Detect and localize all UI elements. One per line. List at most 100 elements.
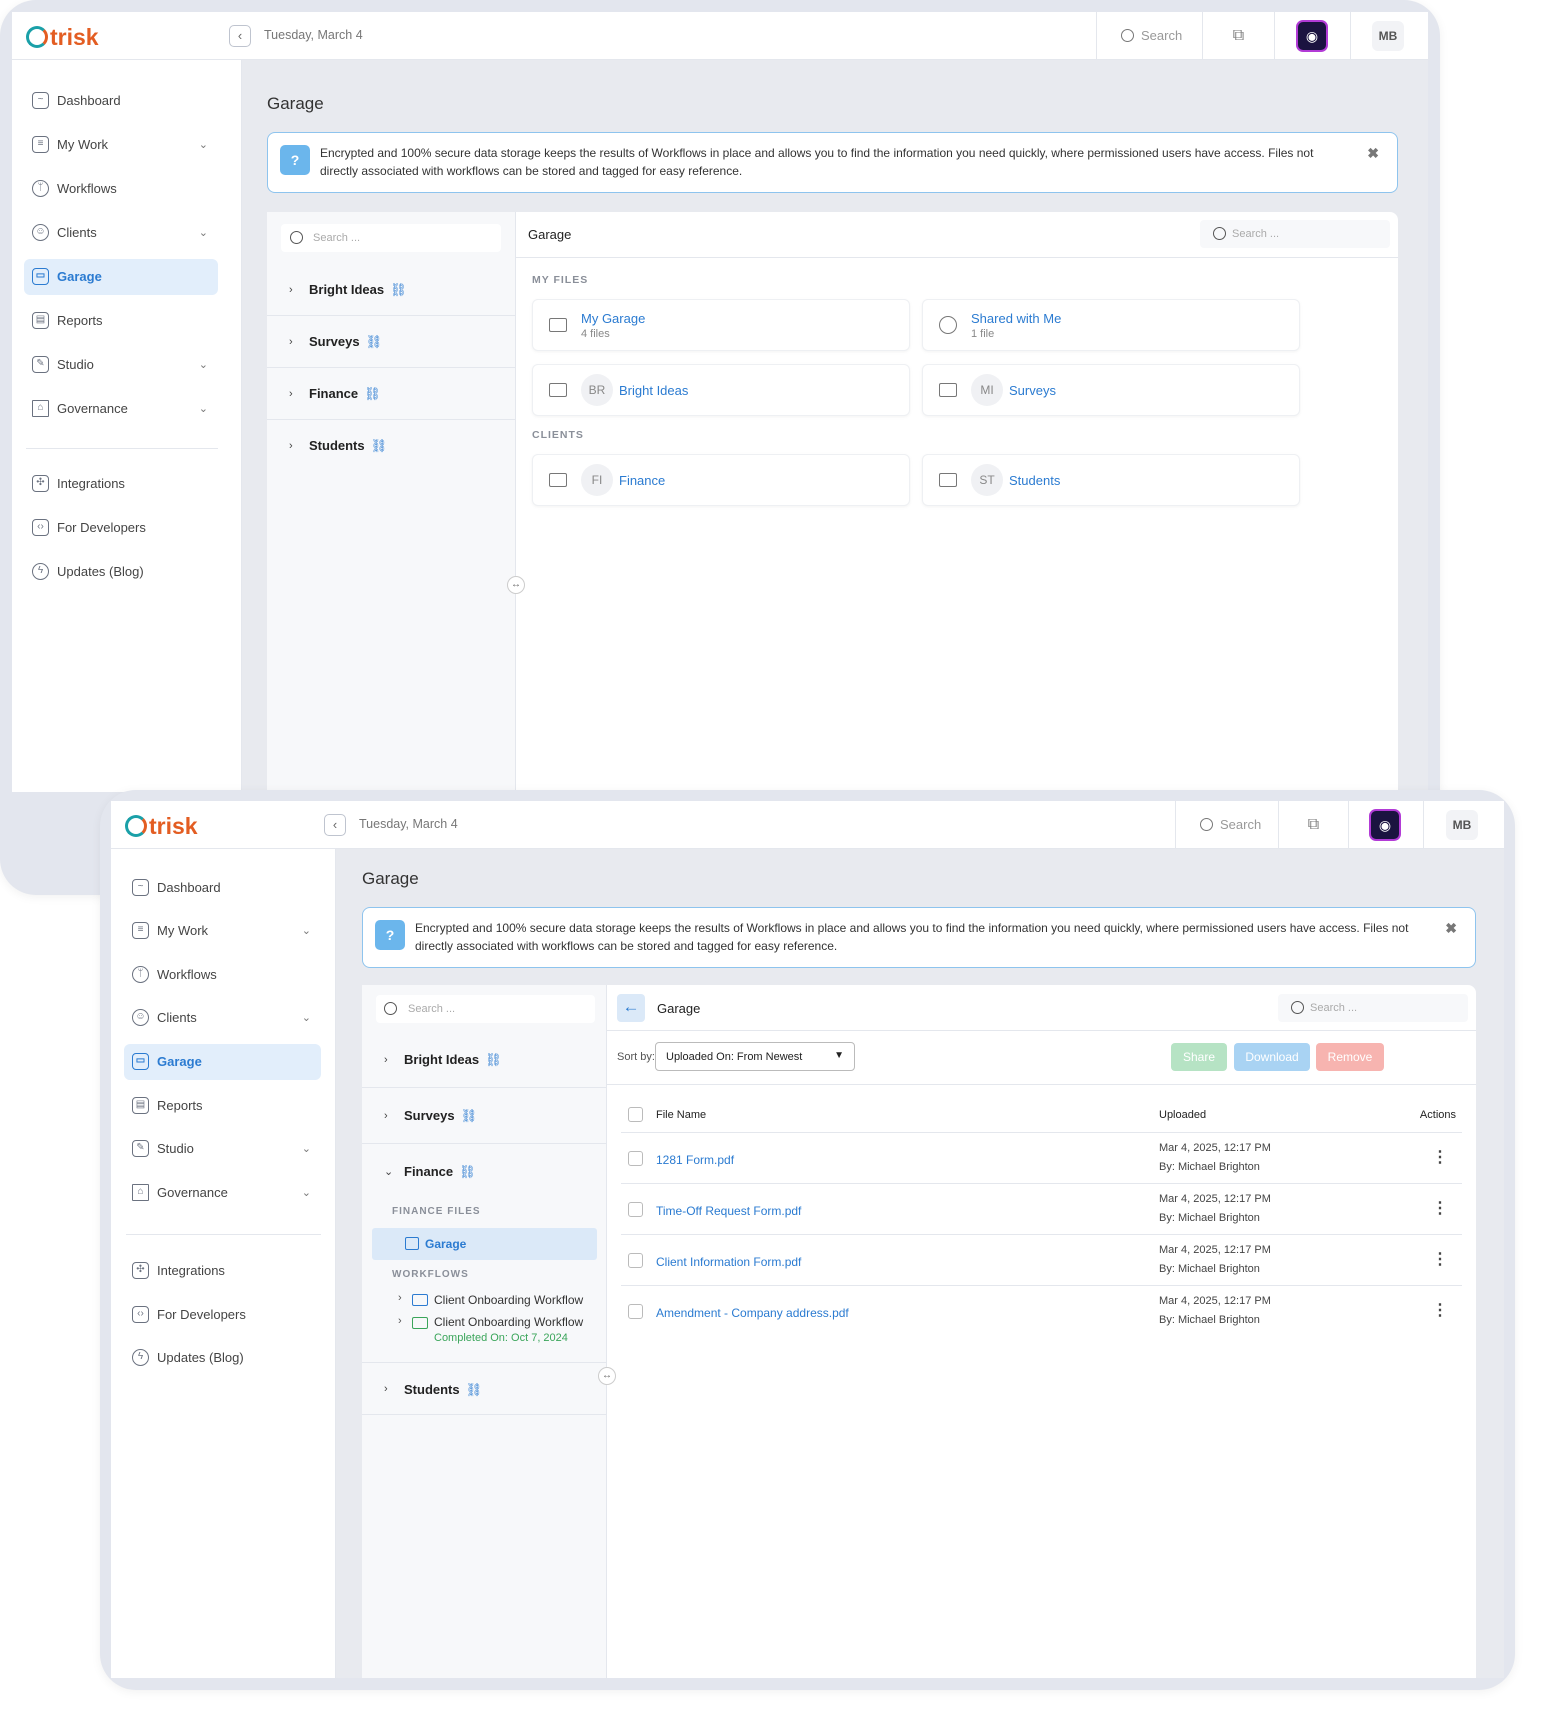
sidebar-item-garage[interactable]: ▭ Garage <box>24 259 218 295</box>
link-icon[interactable]: ⛓ <box>366 334 383 349</box>
chevron-right-icon: › <box>384 1110 388 1122</box>
archive-icon <box>549 318 567 332</box>
row-checkbox[interactable] <box>628 1151 643 1166</box>
row-checkbox[interactable] <box>628 1304 643 1319</box>
folder-icon <box>939 473 957 487</box>
tree-item-surveys[interactable]: › Surveys ⛓ <box>267 316 515 368</box>
row-checkbox[interactable] <box>628 1202 643 1217</box>
download-button[interactable]: Download <box>1234 1043 1310 1071</box>
folder-card-surveys[interactable]: MI Surveys <box>922 364 1300 416</box>
topbar-divider <box>1274 12 1275 60</box>
bank-icon: ⌂ <box>32 400 49 417</box>
sidebar-item-studio[interactable]: ✎ Studio ⌄ <box>24 347 218 383</box>
sidebar-item-garage[interactable]: ▭ Garage <box>124 1044 321 1080</box>
tree-item-students[interactable]: › Students ⛓ <box>267 420 515 472</box>
sidebar-item-reports[interactable]: ▤ Reports <box>124 1088 321 1124</box>
more-actions-icon[interactable]: ⋮ <box>1432 1249 1448 1269</box>
sidebar-item-updates-blog[interactable]: ϟ Updates (Blog) <box>124 1340 321 1376</box>
bank-icon: ⌂ <box>132 1184 149 1201</box>
folder-card-students[interactable]: ST Students <box>922 454 1300 506</box>
link-icon[interactable]: ⛓ <box>371 438 388 453</box>
tree-item-surveys[interactable]: › Surveys ⛓ <box>362 1088 606 1144</box>
sidebar-item-for-developers[interactable]: ‹› For Developers <box>124 1297 321 1333</box>
user-avatar[interactable]: MB <box>1446 810 1478 840</box>
sidebar-item-clients[interactable]: ☺ Clients ⌄ <box>124 1000 321 1036</box>
workflow-item-completed[interactable]: › Client Onboarding Workflow Completed O… <box>362 1313 607 1349</box>
workflow-icon: ᛘ <box>132 966 149 983</box>
finance-garage-item[interactable]: Garage <box>372 1228 597 1260</box>
messages-button[interactable]: ⧉ <box>1278 801 1348 849</box>
chat-icon: ⧉ <box>1307 816 1320 833</box>
sidebar-item-studio[interactable]: ✎ Studio ⌄ <box>124 1131 321 1167</box>
collapse-sidebar-button[interactable]: ‹ <box>229 25 251 47</box>
tree-search-input[interactable]: Search ... <box>376 995 595 1023</box>
user-avatar[interactable]: MB <box>1372 21 1404 51</box>
sidebar-item-my-work[interactable]: ≡ My Work ⌄ <box>24 127 218 163</box>
workflow-item[interactable]: › Client Onboarding Workflow <box>362 1290 607 1312</box>
sidebar-item-integrations[interactable]: ✣ Integrations <box>124 1253 321 1289</box>
assistant-bot-button[interactable]: ◉ <box>1296 20 1328 52</box>
file-link[interactable]: Client Information Form.pdf <box>656 1255 801 1269</box>
my-garage-card[interactable]: My Garage 4 files <box>532 299 910 351</box>
sidebar-item-clients[interactable]: ☺ Clients ⌄ <box>24 215 218 251</box>
collapse-sidebar-button[interactable]: ‹ <box>324 814 346 836</box>
sidebar-item-for-developers[interactable]: ‹› For Developers <box>24 510 218 546</box>
assistant-bot-button[interactable]: ◉ <box>1369 809 1401 841</box>
link-icon[interactable]: ⛓ <box>390 282 407 297</box>
file-link[interactable]: Amendment - Company address.pdf <box>656 1306 849 1320</box>
folder-card-finance[interactable]: FI Finance <box>532 454 910 506</box>
sidebar-item-reports[interactable]: ▤ Reports <box>24 303 218 339</box>
chevron-right-icon: › <box>384 1054 388 1066</box>
sidebar-item-workflows[interactable]: ᛘ Workflows <box>24 171 218 207</box>
more-actions-icon[interactable]: ⋮ <box>1432 1300 1448 1320</box>
sidebar-item-my-work[interactable]: ≡ My Work ⌄ <box>124 913 321 949</box>
files-search-input[interactable]: Search ... <box>1200 220 1390 248</box>
folder-check-icon <box>412 1317 428 1329</box>
chevron-down-icon: ⌄ <box>198 403 208 415</box>
file-link[interactable]: 1281 Form.pdf <box>656 1153 734 1167</box>
lightning-icon: ϟ <box>132 1349 149 1366</box>
sort-select[interactable]: Uploaded On: From Newest ▼ <box>655 1042 855 1071</box>
file-link[interactable]: Time-Off Request Form.pdf <box>656 1204 801 1218</box>
more-actions-icon[interactable]: ⋮ <box>1432 1147 1448 1167</box>
link-icon[interactable]: ⛓ <box>485 1052 502 1067</box>
app-logo[interactable]: trisk <box>125 813 198 840</box>
share-button[interactable]: Share <box>1171 1043 1227 1071</box>
sidebar-item-dashboard[interactable]: ~ Dashboard <box>24 83 218 119</box>
link-icon[interactable]: ⛓ <box>459 1164 476 1179</box>
tree-item-bright-ideas[interactable]: › Bright Ideas ⛓ <box>267 264 515 316</box>
link-icon[interactable]: ⛓ <box>461 1108 478 1123</box>
more-actions-icon[interactable]: ⋮ <box>1432 1198 1448 1218</box>
link-icon[interactable]: ⛓ <box>364 386 381 401</box>
folder-card-bright-ideas[interactable]: BR Bright Ideas <box>532 364 910 416</box>
lightning-icon: ϟ <box>32 563 49 580</box>
tree-search-input[interactable]: Search ... <box>281 224 501 252</box>
dashboard-icon: ~ <box>132 879 149 896</box>
link-icon[interactable]: ⛓ <box>466 1382 483 1397</box>
tree-item-finance-expanded[interactable]: ⌄ Finance ⛓ <box>362 1144 606 1200</box>
sidebar-item-updates-blog[interactable]: ϟ Updates (Blog) <box>24 554 218 590</box>
files-search-input[interactable]: Search ... <box>1278 994 1468 1022</box>
close-icon[interactable]: ✖ <box>1445 920 1457 937</box>
close-icon[interactable]: ✖ <box>1367 145 1379 162</box>
tree-item-students[interactable]: › Students ⛓ <box>362 1362 606 1415</box>
sidebar-item-integrations[interactable]: ✣ Integrations <box>24 466 218 502</box>
messages-button[interactable]: ⧉ <box>1202 12 1274 60</box>
sidebar-item-governance[interactable]: ⌂ Governance ⌄ <box>124 1175 321 1211</box>
tree-item-bright-ideas[interactable]: › Bright Ideas ⛓ <box>362 1032 606 1088</box>
app-logo[interactable]: trisk <box>26 24 99 51</box>
remove-button[interactable]: Remove <box>1316 1043 1384 1071</box>
garage-panel: Search ... › Bright Ideas ⛓ › Surveys ⛓ › Fin… <box>267 212 1398 792</box>
shared-with-me-card[interactable]: Shared with Me 1 file <box>922 299 1300 351</box>
select-all-checkbox[interactable] <box>628 1107 643 1122</box>
topbar-divider <box>1348 801 1349 849</box>
global-search[interactable]: Search <box>1096 12 1202 60</box>
tree-item-finance[interactable]: › Finance ⛓ <box>267 368 515 420</box>
table-row: Amendment - Company address.pdf Mar 4, 2… <box>621 1286 1462 1337</box>
row-checkbox[interactable] <box>628 1253 643 1268</box>
back-button[interactable]: ← <box>617 994 645 1022</box>
sidebar-item-workflows[interactable]: ᛘ Workflows <box>124 957 321 993</box>
sidebar-item-dashboard[interactable]: ~ Dashboard <box>124 870 321 906</box>
global-search[interactable]: Search <box>1175 801 1278 849</box>
sidebar-item-governance[interactable]: ⌂ Governance ⌄ <box>24 391 218 427</box>
